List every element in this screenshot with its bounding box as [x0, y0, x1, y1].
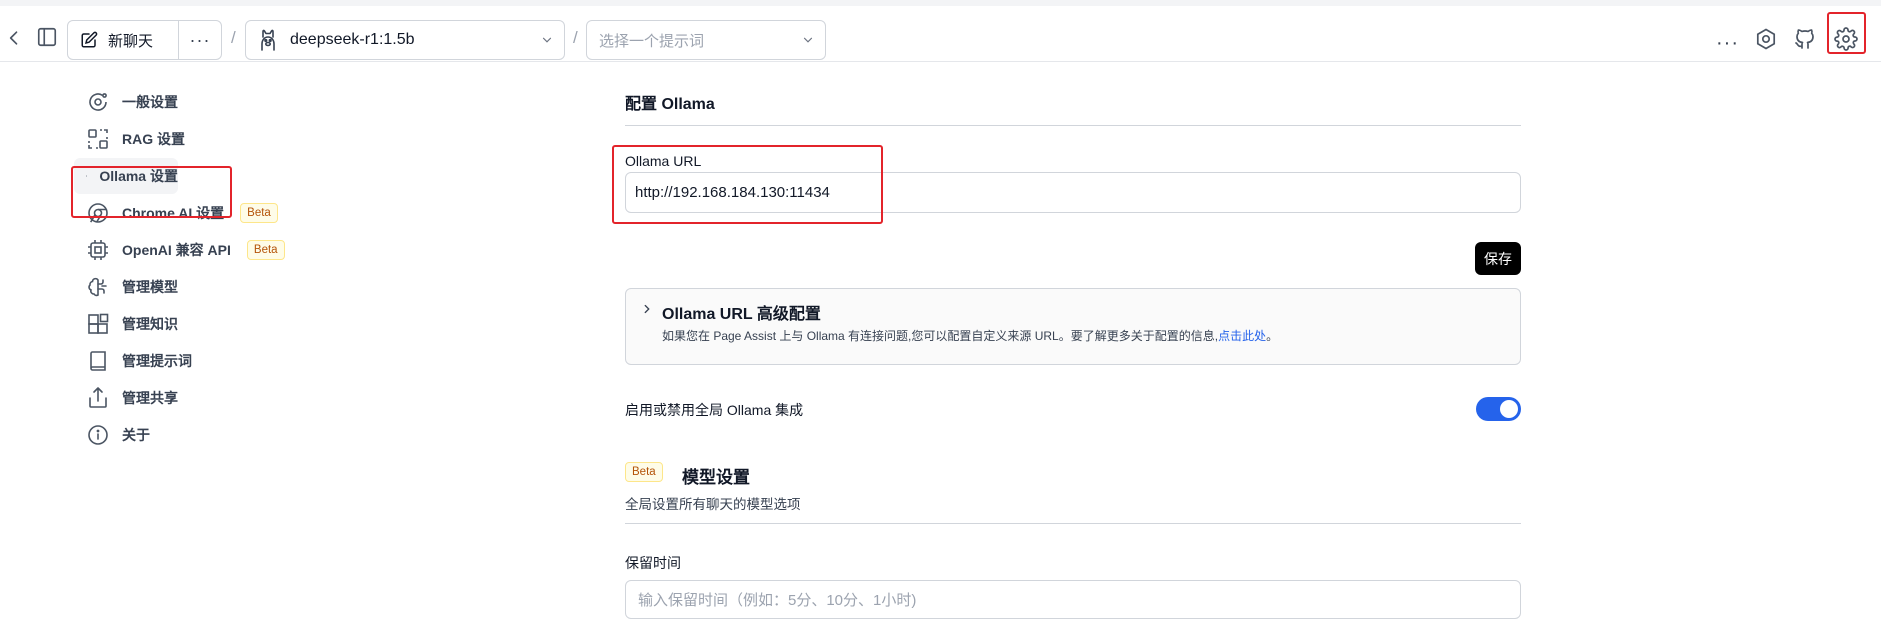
- chevron-down-icon: [801, 33, 815, 47]
- sidebar-item-manage-share[interactable]: 管理共享: [74, 380, 178, 416]
- book-icon: [86, 349, 110, 373]
- model-settings-title: 模型设置: [682, 468, 750, 487]
- prompt-select-placeholder: 选择一个提示词: [599, 32, 705, 50]
- llama-icon: [258, 28, 278, 52]
- general-settings-icon: [86, 90, 110, 114]
- advanced-config-title: Ollama URL 高级配置: [662, 306, 821, 323]
- model-select-value: deepseek-r1:1.5b: [290, 31, 415, 48]
- section-title: 配置 Ollama: [625, 96, 715, 113]
- prompt-select[interactable]: 选择一个提示词: [586, 20, 826, 60]
- save-button[interactable]: 保存: [1475, 242, 1521, 275]
- ollama-url-label: Ollama URL: [625, 153, 702, 169]
- breadcrumb-separator: /: [573, 28, 578, 47]
- click-here-link[interactable]: 点击此处: [1218, 329, 1266, 343]
- new-chat-label: 新聊天: [108, 32, 154, 50]
- gear-icon[interactable]: [1834, 27, 1858, 51]
- chevron-down-icon: [540, 33, 554, 47]
- sidebar-item-about[interactable]: 关于: [74, 417, 150, 453]
- top-bar: 新聊天 ··· / deepseek-r1:1.5b / 选择一个提示词 ···: [0, 0, 1881, 62]
- advanced-config-panel[interactable]: Ollama URL 高级配置 如果您在 Page Assist 上与 Olla…: [625, 288, 1521, 365]
- ollama-url-input[interactable]: http://192.168.184.130:11434: [625, 172, 1521, 213]
- divider: [625, 125, 1521, 126]
- advanced-config-desc: 如果您在 Page Assist 上与 Ollama 有连接问题,您可以配置自定…: [662, 329, 1279, 343]
- toggle-knob: [1500, 400, 1518, 418]
- global-ollama-toggle-label: 启用或禁用全局 Ollama 集成: [625, 402, 804, 418]
- sidebar-item-general[interactable]: 一般设置: [74, 84, 178, 120]
- sidebar-item-openai-api[interactable]: OpenAI 兼容 API Beta: [74, 232, 285, 268]
- rag-icon: [86, 127, 110, 151]
- edit-icon: [80, 31, 98, 49]
- model-select[interactable]: deepseek-r1:1.5b: [245, 20, 565, 60]
- divider: [625, 523, 1521, 524]
- sidebar-item-rag[interactable]: RAG 设置: [74, 121, 185, 157]
- keep-alive-label: 保留时间: [625, 555, 681, 571]
- sidebar-item-manage-knowledge[interactable]: 管理知识: [74, 306, 178, 342]
- breadcrumb-separator: /: [231, 28, 236, 47]
- more-menu-button[interactable]: ···: [1716, 32, 1739, 55]
- blocks-icon: [86, 312, 110, 336]
- chip-icon: [86, 238, 110, 262]
- sidebar-item-ollama[interactable]: Ollama 设置: [74, 158, 178, 194]
- keep-alive-input[interactable]: 输入保留时间（例如：5分、10分、1小时): [625, 580, 1521, 619]
- sidebar-toggle-icon[interactable]: [36, 24, 58, 50]
- chrome-icon: [86, 201, 110, 225]
- back-icon[interactable]: [4, 24, 24, 52]
- beta-badge: Beta: [625, 462, 663, 482]
- global-ollama-toggle[interactable]: [1476, 397, 1521, 421]
- sidebar-item-manage-prompts[interactable]: 管理提示词: [74, 343, 192, 379]
- llama-icon: [86, 164, 88, 188]
- new-chat-group: 新聊天 ···: [67, 20, 222, 60]
- model-settings-beta: Beta: [625, 462, 663, 482]
- sidebar-item-manage-models[interactable]: 管理模型: [74, 269, 178, 305]
- sidebar-item-chrome-ai[interactable]: Chrome AI 设置 Beta: [74, 195, 278, 231]
- share-icon: [86, 386, 110, 410]
- new-chat-button[interactable]: 新聊天: [68, 21, 179, 59]
- chat-more-button[interactable]: ···: [179, 21, 221, 59]
- model-settings-desc: 全局设置所有聊天的模型选项: [625, 497, 801, 512]
- beta-badge: Beta: [246, 240, 285, 260]
- github-icon[interactable]: [1793, 27, 1817, 51]
- settings-icon[interactable]: [1754, 27, 1778, 51]
- beta-badge: Beta: [240, 203, 278, 223]
- chevron-right-icon: [640, 302, 654, 316]
- info-icon: [86, 423, 110, 447]
- brain-icon: [86, 275, 110, 299]
